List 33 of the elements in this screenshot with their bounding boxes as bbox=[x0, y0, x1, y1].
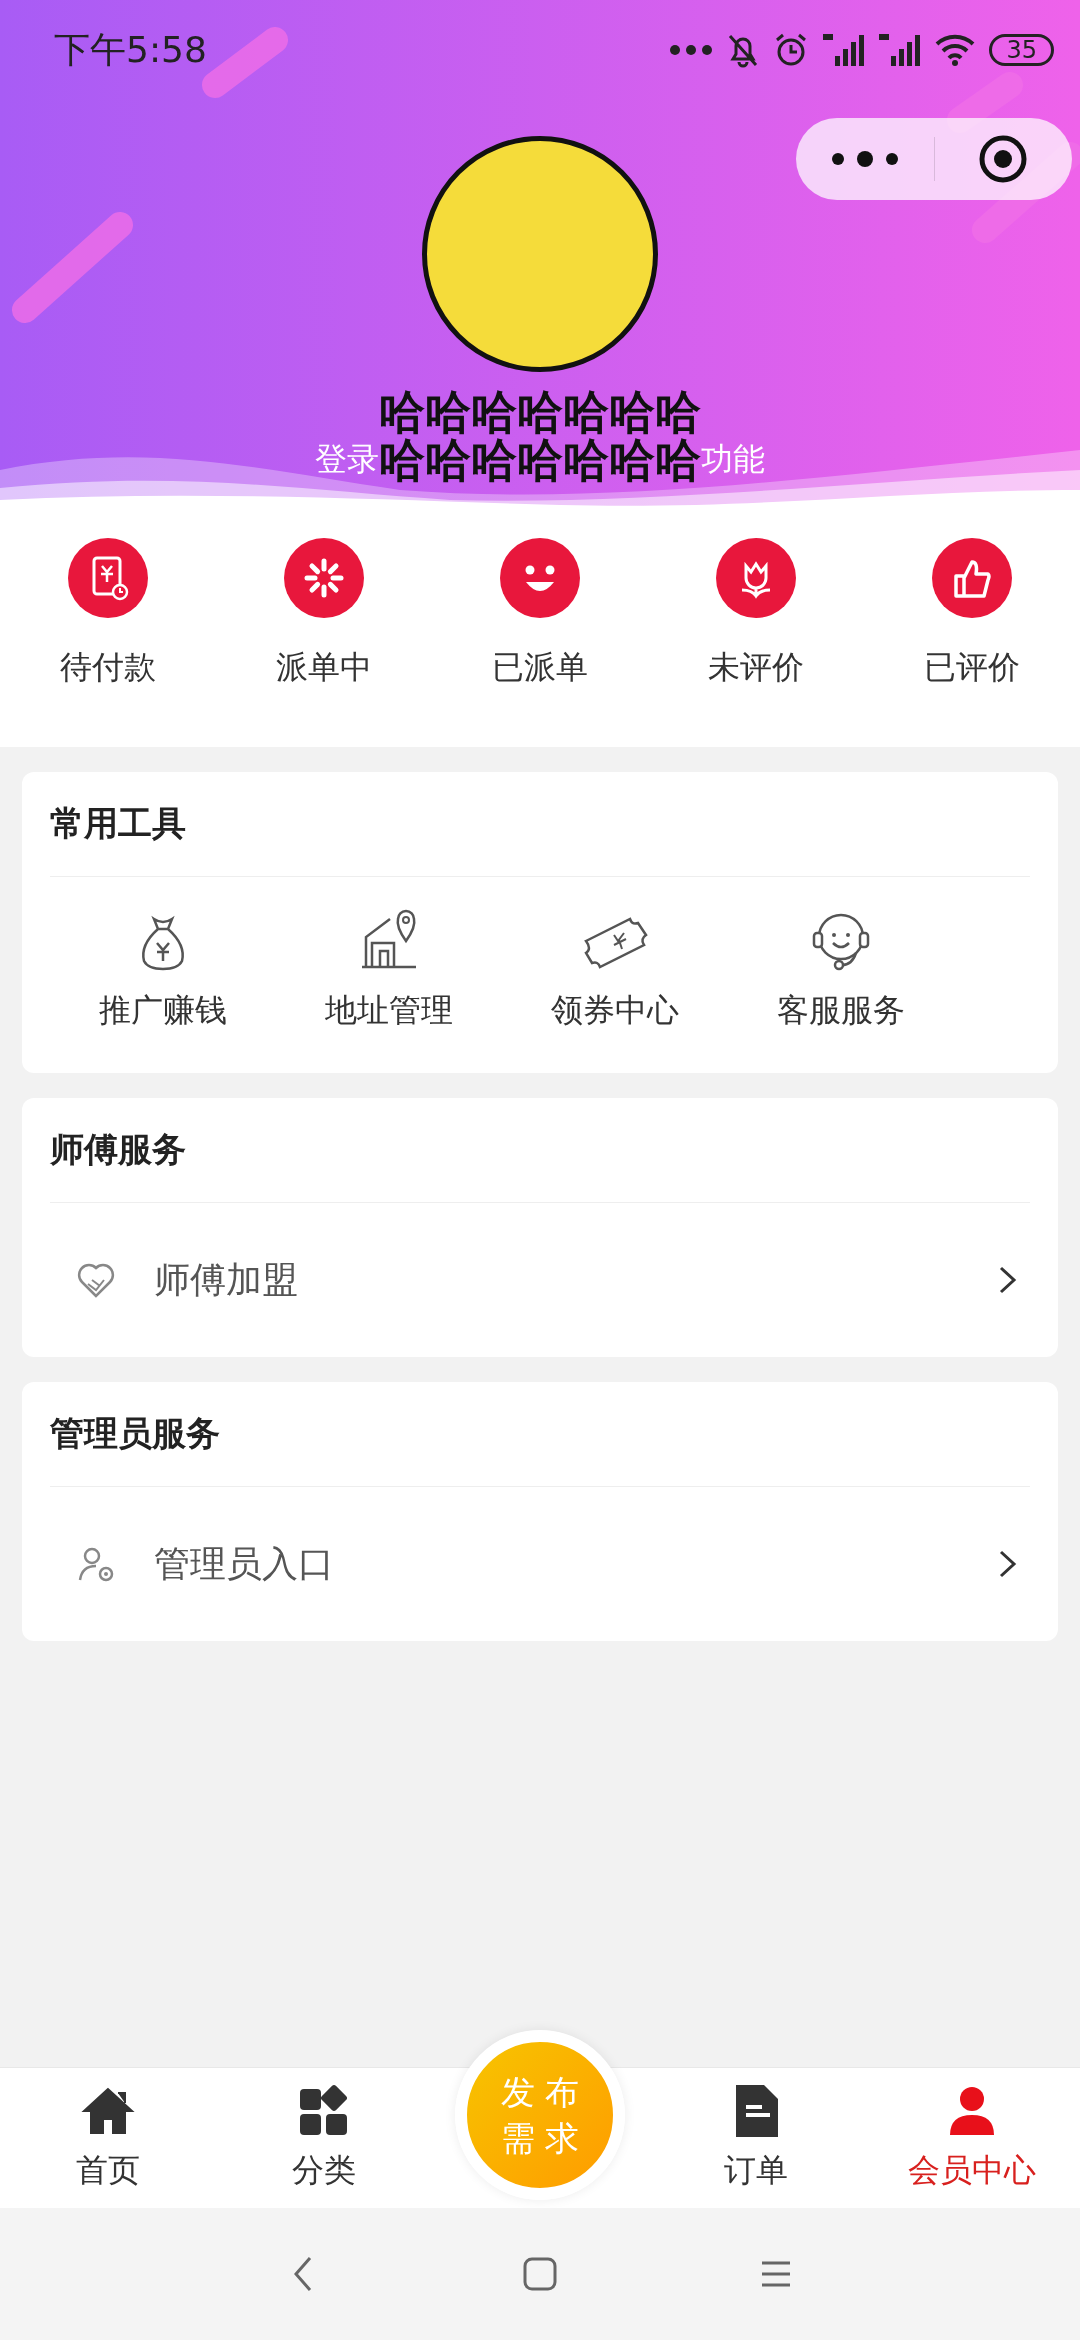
tool-item[interactable]: 地址管理 bbox=[276, 905, 502, 1033]
tab[interactable]: 首页 bbox=[0, 2068, 216, 2208]
login-hint: 登录 bbox=[315, 439, 379, 480]
more-icon bbox=[669, 44, 714, 56]
login-hint: 功能 bbox=[701, 439, 765, 480]
order-status-label[interactable]: 未评价 bbox=[708, 646, 804, 690]
tab[interactable]: 会员中心 bbox=[864, 2068, 1080, 2208]
section-title: 常用工具 bbox=[50, 772, 1030, 877]
section-title: 管理员服务 bbox=[50, 1382, 1030, 1487]
flower-icon[interactable] bbox=[716, 538, 796, 618]
tab[interactable]: 订单 bbox=[648, 2068, 864, 2208]
order-status-label[interactable]: 待付款 bbox=[60, 646, 156, 690]
tool-item[interactable]: 领券中心 bbox=[502, 905, 728, 1033]
tool-item[interactable]: 客服服务 bbox=[728, 905, 954, 1033]
list-item[interactable]: 师傅加盟 bbox=[50, 1203, 1030, 1357]
list-item-label: 师傅加盟 bbox=[154, 1257, 299, 1302]
thumbs-up-icon[interactable] bbox=[932, 538, 1012, 618]
tool-item[interactable]: 推广赚钱 bbox=[50, 905, 276, 1033]
status-time: 下午5:58 bbox=[54, 27, 207, 72]
list-item[interactable]: 管理员入口 bbox=[50, 1487, 1030, 1641]
list-item-label: 管理员入口 bbox=[154, 1541, 335, 1586]
order-status-label[interactable]: 已派单 bbox=[492, 646, 588, 690]
section-title: 师傅服务 bbox=[50, 1098, 1030, 1203]
order-status-label[interactable]: 派单中 bbox=[276, 646, 372, 690]
smile-icon[interactable] bbox=[500, 538, 580, 618]
bill-icon[interactable] bbox=[68, 538, 148, 618]
more-icon[interactable] bbox=[829, 151, 900, 167]
battery-level: 35 bbox=[989, 34, 1054, 66]
tab[interactable]: 分类 bbox=[216, 2068, 432, 2208]
order-status-label[interactable]: 已评价 bbox=[924, 646, 1020, 690]
loading-icon[interactable] bbox=[284, 538, 364, 618]
signal-icon bbox=[877, 32, 922, 68]
signal-icon bbox=[821, 32, 866, 68]
